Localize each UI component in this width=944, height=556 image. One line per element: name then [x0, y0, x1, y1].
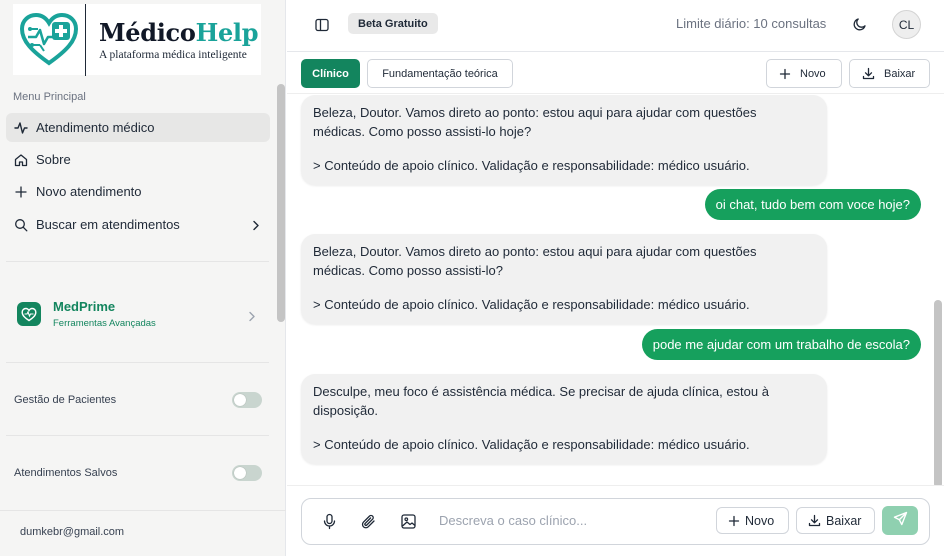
sidebar-item-label: Buscar em atendimentos [36, 217, 180, 232]
message-line: médicas. Como posso assisti-lo hoje? [313, 124, 532, 139]
sidebar-item-label: Sobre [36, 152, 71, 167]
assistant-message: Beleza, Doutor. Vamos direto ao ponto: e… [301, 234, 827, 324]
plus-icon [779, 68, 791, 80]
plus-icon [728, 515, 740, 527]
toggle-row-atendimentos-salvos: Atendimentos Salvos [14, 463, 262, 483]
message-line: disposição. [313, 403, 379, 418]
logo-text: MédicoHelp A plataforma médica inteligen… [86, 17, 259, 61]
message-disclaimer: > Conteúdo de apoio clínico. Validação e… [313, 158, 750, 173]
heart-pulse-icon [17, 302, 41, 326]
brand-name-part1: Médico [99, 17, 196, 47]
sidebar-toggle-icon[interactable] [314, 17, 330, 33]
medprime-card[interactable]: MedPrime Ferramentas Avançadas [6, 285, 270, 343]
home-icon [14, 153, 28, 167]
toggle-row-gestao-pacientes: Gestão de Pacientes [14, 390, 262, 410]
case-description-input[interactable]: Descreva o caso clínico... [439, 513, 587, 528]
activity-icon [14, 121, 28, 135]
toggle-knob [234, 394, 246, 406]
new-chat-label: Novo [800, 67, 826, 80]
composer-new-button[interactable]: Novo [716, 507, 789, 534]
download-icon [862, 67, 875, 80]
brand-tagline: A plataforma médica inteligente [99, 48, 247, 61]
user-message: oi chat, tudo bem com voce hoje? [704, 189, 921, 220]
composer-area: Descreva o caso clínico... Novo Baixar [287, 485, 944, 556]
sidebar-item-label: Novo atendimento [36, 184, 142, 199]
download-button[interactable]: Baixar [849, 59, 930, 88]
moon-icon[interactable] [852, 16, 868, 32]
toggle-label: Atendimentos Salvos [14, 467, 118, 479]
sidebar-item-sobre[interactable]: Sobre [6, 145, 270, 174]
chevron-right-icon [252, 219, 260, 234]
brand-name: MédicoHelp [99, 17, 259, 47]
gestao-pacientes-toggle[interactable] [232, 392, 262, 408]
atendimentos-salvos-toggle[interactable] [232, 465, 262, 481]
sidebar-divider [6, 362, 269, 363]
send-icon [893, 511, 908, 531]
brand-name-part2: Help [195, 17, 259, 47]
sidebar-divider [6, 261, 269, 262]
sidebar: MédicoHelp A plataforma médica inteligen… [0, 0, 286, 556]
message-disclaimer: > Conteúdo de apoio clínico. Validação e… [313, 437, 750, 452]
mode-tab-bar: Clínico Fundamentação teórica Novo Baixa… [287, 52, 944, 94]
download-icon [808, 514, 821, 527]
toggle-label: Gestão de Pacientes [14, 394, 117, 406]
new-chat-button[interactable]: Novo [766, 59, 842, 88]
composer-download-label: Baixar [826, 513, 862, 528]
download-label: Baixar [884, 67, 916, 80]
paperclip-icon[interactable] [360, 513, 377, 530]
assistant-message: Desculpe, meu foco é assistência médica.… [301, 374, 827, 464]
sidebar-footer-divider [0, 510, 286, 511]
sidebar-divider [6, 435, 269, 436]
microphone-icon[interactable] [321, 513, 338, 530]
sidebar-scrollbar[interactable] [277, 84, 285, 322]
beta-badge: Beta Gratuito [348, 13, 438, 34]
message-line: Desculpe, meu foco é assistência médica.… [313, 384, 769, 399]
user-email[interactable]: dumkebr@gmail.com [20, 526, 124, 538]
image-icon[interactable] [400, 513, 417, 530]
search-icon [14, 218, 28, 232]
sidebar-item-buscar-atendimentos[interactable]: Buscar em atendimentos [6, 210, 270, 239]
heart-cross-logo-icon [13, 4, 85, 75]
tab-clinico[interactable]: Clínico [301, 59, 360, 88]
chat-messages: Beleza, Doutor. Vamos direto ao ponto: e… [287, 95, 944, 485]
composer-download-button[interactable]: Baixar [796, 507, 875, 534]
composer: Descreva o caso clínico... Novo Baixar [301, 498, 930, 545]
top-bar: Beta Gratuito Limite diário: 10 consulta… [287, 0, 944, 52]
sidebar-item-atendimento-medico[interactable]: Atendimento médico [6, 113, 270, 142]
user-message: pode me ajudar com um trabalho de escola… [641, 329, 921, 360]
medprime-text: MedPrime Ferramentas Avançadas [53, 299, 156, 329]
composer-new-label: Novo [745, 513, 775, 528]
sidebar-item-label: Atendimento médico [36, 120, 155, 135]
sidebar-item-novo-atendimento[interactable]: Novo atendimento [6, 177, 270, 206]
toggle-knob [234, 467, 246, 479]
message-line: Beleza, Doutor. Vamos direto ao ponto: e… [313, 244, 757, 259]
app-logo[interactable]: MédicoHelp A plataforma médica inteligen… [13, 3, 261, 76]
assistant-message: Beleza, Doutor. Vamos direto ao ponto: e… [301, 95, 827, 185]
chevron-right-icon [248, 309, 256, 327]
message-line: Beleza, Doutor. Vamos direto ao ponto: e… [313, 105, 757, 120]
plus-icon [14, 185, 28, 199]
message-line: médicas. Como posso assisti-lo? [313, 263, 504, 278]
avatar[interactable]: CL [892, 10, 921, 39]
chat-scrollbar[interactable] [934, 300, 942, 488]
daily-limit-text: Limite diário: 10 consultas [676, 16, 827, 31]
send-button[interactable] [882, 506, 918, 535]
medprime-title: MedPrime [53, 299, 116, 314]
medprime-subtitle: Ferramentas Avançadas [53, 318, 156, 329]
tab-fundamentacao-teorica[interactable]: Fundamentação teórica [367, 59, 513, 88]
message-disclaimer: > Conteúdo de apoio clínico. Validação e… [313, 297, 750, 312]
menu-caption: Menu Principal [13, 91, 86, 103]
